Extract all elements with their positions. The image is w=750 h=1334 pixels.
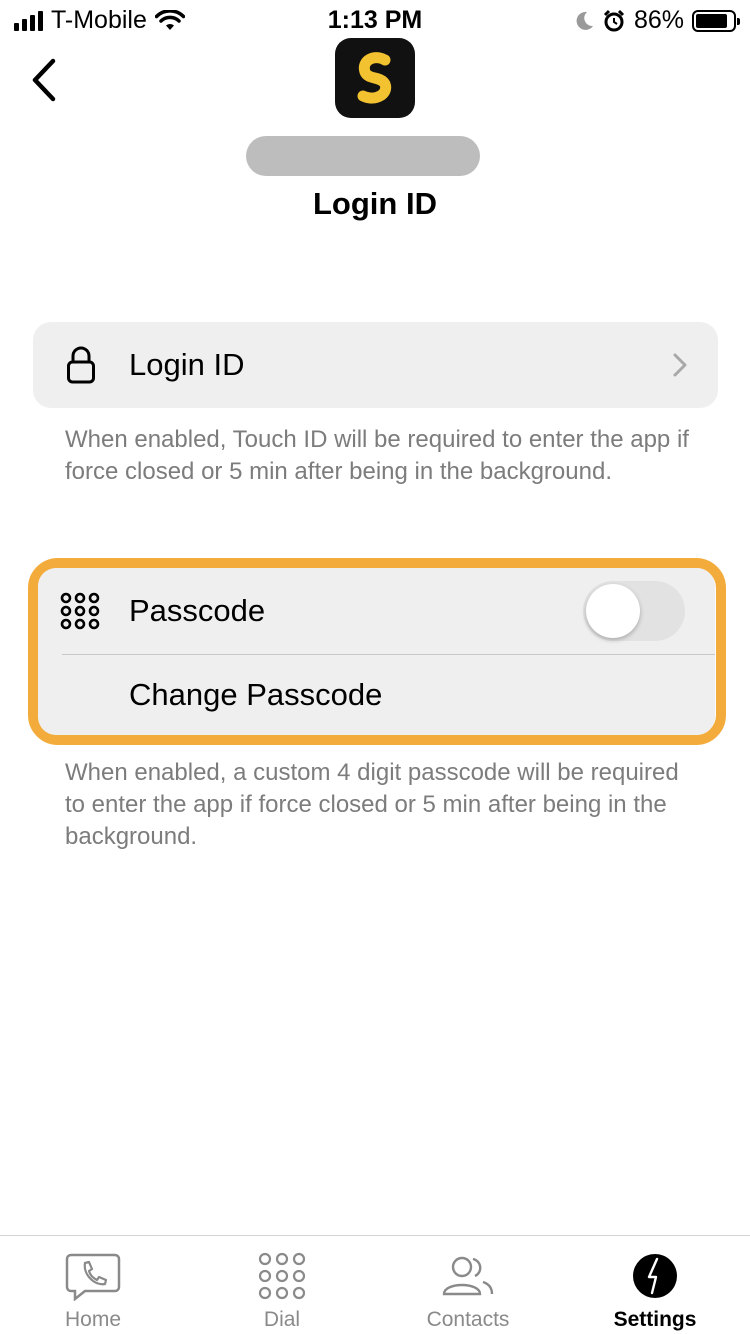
redacted-account-name [246,136,480,176]
tab-contacts[interactable]: Contacts [393,1236,543,1334]
status-bar: T-Mobile 1:13 PM 86% [0,0,750,40]
tab-home[interactable]: Home [18,1236,168,1334]
passcode-card: Passcode Change Passcode [38,568,715,735]
change-passcode-label: Change Passcode [129,676,383,712]
page-title: Login ID [313,186,437,221]
back-button[interactable] [22,52,66,108]
toggle-knob [586,584,640,638]
status-right: 86% [574,6,740,35]
tab-label: Home [64,1308,122,1331]
chevron-right-icon [673,353,687,377]
tab-dial[interactable]: Dial [207,1236,357,1334]
contacts-icon [441,1236,495,1306]
login-id-row[interactable]: Login ID [33,322,718,408]
keypad-icon [60,591,100,631]
battery-icon [692,9,740,32]
login-id-label: Login ID [129,347,245,382]
tab-bar: Home Dial Contacts Settings [0,1235,750,1334]
app-logo-icon [335,38,415,118]
settings-bolt-icon [632,1236,678,1306]
keypad-icon [257,1236,307,1306]
passcode-row: Passcode [38,568,715,654]
phone-bubble-icon [65,1236,121,1306]
chevron-left-icon [32,58,56,102]
login-id-description: When enabled, Touch ID will be required … [65,426,689,485]
tab-settings[interactable]: Settings [580,1236,730,1334]
passcode-label: Passcode [129,593,266,628]
battery-percent: 86% [633,6,684,34]
lock-icon [61,345,101,385]
tab-label: Contacts [426,1308,510,1331]
moon-icon [576,11,593,30]
tab-label: Dial [263,1308,301,1331]
tab-label: Settings [613,1308,697,1331]
battery-level-fill [696,13,727,28]
change-passcode-row[interactable]: Change Passcode [38,654,715,735]
passcode-toggle[interactable] [583,581,685,641]
passcode-description: When enabled, a custom 4 digit passcode … [65,759,679,850]
alarm-icon [603,9,625,31]
